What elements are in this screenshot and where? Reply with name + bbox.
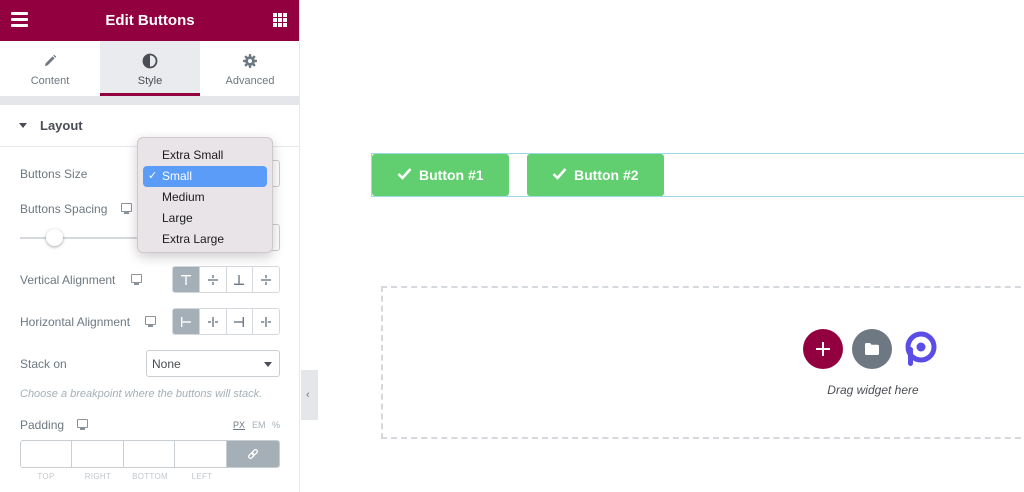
stack-on-label: Stack on <box>20 357 67 371</box>
pencil-icon <box>45 54 57 66</box>
align-top-button[interactable] <box>173 267 200 292</box>
align-justify-icon <box>261 316 272 327</box>
align-left-icon <box>180 316 191 327</box>
widget-drop-zone[interactable]: Drag widget here <box>381 286 1024 439</box>
size-option-small[interactable]: ✓ Small <box>143 166 267 187</box>
option-label: Small <box>162 169 193 183</box>
tab-divider <box>0 96 299 105</box>
drag-widget-hint: Drag widget here <box>827 383 919 397</box>
horizontal-alignment-label: Horizontal Alignment <box>20 315 131 329</box>
link-icon <box>247 449 258 459</box>
padding-top-input[interactable] <box>21 441 73 467</box>
folder-icon <box>865 343 879 355</box>
unit-percent[interactable]: % <box>272 420 280 430</box>
padding-right-input[interactable] <box>72 441 124 467</box>
align-center-button[interactable] <box>199 309 227 334</box>
check-icon <box>552 168 567 180</box>
caret-down-icon <box>19 123 27 128</box>
collapse-panel-button[interactable]: ‹ <box>301 370 318 420</box>
spacing-slider-handle[interactable] <box>46 229 63 246</box>
padding-left-caption: LEFT <box>191 472 213 481</box>
tab-content[interactable]: Content <box>0 41 100 96</box>
responsive-monitor-icon[interactable] <box>131 274 142 285</box>
size-option-extra-large[interactable]: Extra Large <box>143 229 267 250</box>
tab-content-label: Content <box>30 75 70 87</box>
add-section-button[interactable] <box>803 329 843 369</box>
tab-advanced[interactable]: Advanced <box>200 41 299 96</box>
button-2-label: Button #2 <box>574 167 639 183</box>
padding-label: Padding <box>20 418 65 432</box>
align-right-button[interactable] <box>226 309 254 334</box>
size-option-extra-small[interactable]: Extra Small <box>143 145 267 166</box>
template-library-button[interactable] <box>852 329 892 369</box>
align-middle-icon <box>207 274 218 285</box>
align-stretch-button[interactable] <box>253 267 279 292</box>
align-justify-button[interactable] <box>253 309 279 334</box>
align-right-icon <box>234 316 245 327</box>
buttons-size-label: Buttons Size <box>20 167 88 181</box>
padding-right-caption: RIGHT <box>84 472 112 481</box>
buttons-spacing-label: Buttons Spacing <box>20 202 108 216</box>
padding-left-input[interactable] <box>175 441 227 467</box>
tab-style[interactable]: Style <box>100 41 200 96</box>
stack-on-hint: Choose a breakpoint where the buttons wi… <box>20 388 263 400</box>
align-left-button[interactable] <box>173 309 200 334</box>
align-stretch-icon <box>261 274 272 285</box>
panel-tabs: Content Style Advanced <box>0 41 299 96</box>
chevron-down-icon <box>264 362 272 367</box>
spacing-slider-track[interactable] <box>20 237 140 239</box>
gear-icon <box>243 54 257 68</box>
button-1[interactable]: Button #1 <box>372 154 509 196</box>
option-label: Medium <box>162 190 205 204</box>
tab-advanced-label: Advanced <box>225 75 275 87</box>
vertical-alignment-choices <box>172 266 280 293</box>
tab-style-label: Style <box>137 75 163 87</box>
half-circle-icon <box>142 53 158 69</box>
size-option-medium[interactable]: Medium <box>143 187 267 208</box>
chevron-left-icon: ‹ <box>306 389 310 401</box>
stack-on-select[interactable]: None <box>146 350 280 377</box>
responsive-monitor-icon[interactable] <box>145 316 156 327</box>
buttons-size-dropdown: Extra Small ✓ Small Medium Large Extra La… <box>137 137 273 253</box>
align-bottom-button[interactable] <box>226 267 254 292</box>
padding-inputs <box>20 440 280 468</box>
preview-canvas: Button #1 Button #2 Drag widget here <box>301 0 1024 492</box>
plugin-logo-icon[interactable] <box>901 329 941 369</box>
panel-title: Edit Buttons <box>105 12 195 29</box>
padding-top-caption: TOP <box>37 472 55 481</box>
align-bottom-icon <box>234 274 245 285</box>
align-top-icon <box>180 274 191 285</box>
unit-px[interactable]: PX <box>233 420 245 430</box>
panel-header: Edit Buttons <box>0 0 299 41</box>
button-1-label: Button #1 <box>419 167 484 183</box>
unit-em[interactable]: EM <box>252 420 266 430</box>
button-2[interactable]: Button #2 <box>527 154 664 196</box>
option-label: Extra Large <box>162 232 225 246</box>
align-middle-button[interactable] <box>199 267 227 292</box>
vertical-alignment-label: Vertical Alignment <box>20 273 116 287</box>
editor-panel: Edit Buttons Content Style Advanced Layo… <box>0 0 300 492</box>
stack-on-value: None <box>152 357 181 371</box>
size-option-large[interactable]: Large <box>143 208 267 229</box>
buttons-widget[interactable]: Button #1 Button #2 <box>371 153 1024 197</box>
padding-bottom-caption: BOTTOM <box>132 472 168 481</box>
link-values-button[interactable] <box>226 441 279 467</box>
option-label: Extra Small <box>162 148 224 162</box>
horizontal-alignment-choices <box>172 308 280 335</box>
widgets-grid-icon[interactable] <box>273 13 287 27</box>
checkmark-icon: ✓ <box>148 170 158 182</box>
responsive-monitor-icon[interactable] <box>77 419 88 430</box>
padding-bottom-input[interactable] <box>123 441 176 467</box>
check-icon <box>397 168 412 180</box>
responsive-monitor-icon[interactable] <box>121 203 132 214</box>
section-title: Layout <box>40 118 83 133</box>
align-center-icon <box>207 316 218 327</box>
option-label: Large <box>162 211 193 225</box>
